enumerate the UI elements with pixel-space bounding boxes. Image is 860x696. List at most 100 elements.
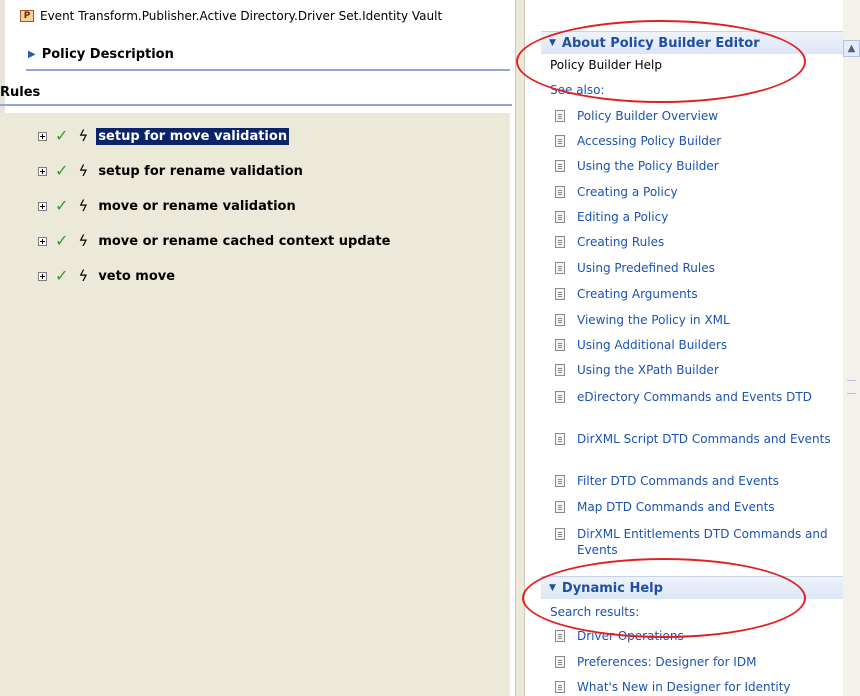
help-link[interactable]: DirXML Script DTD Commands and Events <box>555 431 840 447</box>
help-link[interactable]: Using the XPath Builder <box>555 362 840 378</box>
document-icon <box>555 433 565 445</box>
help-link-text[interactable]: Creating Arguments <box>577 286 698 302</box>
search-result-link[interactable]: What's New in Designer for Identity <box>555 679 840 695</box>
rule-label[interactable]: setup for move validation <box>96 127 290 145</box>
lightning-icon: ϟ <box>78 126 89 145</box>
search-result-text[interactable]: Preferences: Designer for IDM <box>577 654 756 670</box>
rule-label[interactable]: veto move <box>96 268 177 285</box>
document-icon <box>555 391 565 403</box>
dynamic-help-header[interactable]: ▼ Dynamic Help <box>541 576 843 599</box>
expand-plus-icon[interactable] <box>38 236 47 246</box>
lightning-icon: ϟ <box>78 161 89 180</box>
policy-title-bar: P Event Transform.Publisher.Active Direc… <box>20 7 442 25</box>
lightning-icon: ϟ <box>78 196 89 215</box>
help-link[interactable]: eDirectory Commands and Events DTD <box>555 389 840 405</box>
document-icon <box>555 211 565 223</box>
help-link[interactable]: Creating Arguments <box>555 286 840 302</box>
check-icon[interactable]: ✓ <box>55 128 68 144</box>
help-link-text[interactable]: Filter DTD Commands and Events <box>577 473 779 489</box>
help-link-text[interactable]: Policy Builder Overview <box>577 108 718 124</box>
help-link[interactable]: Using the Policy Builder <box>555 158 840 174</box>
dynamic-help-title: Dynamic Help <box>561 580 663 596</box>
help-link[interactable]: DirXML Entitlements DTD Commands and Eve… <box>555 526 840 558</box>
document-icon <box>555 528 565 540</box>
help-link[interactable]: Map DTD Commands and Events <box>555 499 840 515</box>
check-icon[interactable]: ✓ <box>55 233 68 249</box>
rule-row[interactable]: ✓ ϟ move or rename validation <box>38 196 298 216</box>
document-icon <box>555 262 565 274</box>
expand-plus-icon[interactable] <box>38 166 47 176</box>
check-icon[interactable]: ✓ <box>55 198 68 214</box>
check-icon[interactable]: ✓ <box>55 268 68 284</box>
document-icon <box>555 501 565 513</box>
pane-splitter[interactable] <box>515 0 525 696</box>
document-icon <box>555 110 565 122</box>
help-link-text[interactable]: Viewing the Policy in XML <box>577 312 730 328</box>
scroll-grip[interactable] <box>847 380 856 394</box>
document-icon <box>555 656 565 668</box>
about-section-header[interactable]: ▼ About Policy Builder Editor <box>541 31 843 54</box>
triangle-down-icon: ▼ <box>549 38 556 48</box>
help-link-text[interactable]: Using Additional Builders <box>577 337 727 353</box>
document-icon <box>555 364 565 376</box>
policy-path: Event Transform.Publisher.Active Directo… <box>40 9 443 23</box>
document-icon <box>555 160 565 172</box>
help-link[interactable]: Editing a Policy <box>555 209 840 225</box>
see-also-label: See also: <box>550 83 605 97</box>
document-icon <box>555 135 565 147</box>
rule-row[interactable]: ✓ ϟ setup for rename validation <box>38 161 305 181</box>
lightning-icon: ϟ <box>78 231 89 250</box>
help-link[interactable]: Using Predefined Rules <box>555 260 840 276</box>
policy-icon: P <box>20 10 34 22</box>
expand-plus-icon[interactable] <box>38 131 47 141</box>
help-scrollbar[interactable]: ▲ <box>843 0 860 696</box>
help-link-text[interactable]: Using the Policy Builder <box>577 158 719 174</box>
divider <box>0 104 512 106</box>
rule-label[interactable]: move or rename cached context update <box>96 233 392 250</box>
help-link-text[interactable]: Using the XPath Builder <box>577 362 719 378</box>
about-section-title: About Policy Builder Editor <box>561 35 760 51</box>
expand-plus-icon[interactable] <box>38 271 47 281</box>
help-pane: ▼ About Policy Builder Editor Policy Bui… <box>525 0 843 696</box>
check-icon[interactable]: ✓ <box>55 163 68 179</box>
document-icon <box>555 630 565 642</box>
help-link-text[interactable]: Editing a Policy <box>577 209 668 225</box>
search-result-text[interactable]: What's New in Designer for Identity <box>577 679 791 695</box>
policy-builder-help-label: Policy Builder Help <box>550 58 662 72</box>
search-result-link[interactable]: Driver Operations <box>555 628 840 644</box>
help-link-text[interactable]: DirXML Script DTD Commands and Events <box>577 431 831 447</box>
scroll-up-arrow-icon[interactable]: ▲ <box>843 40 860 57</box>
divider <box>26 69 510 71</box>
rule-label[interactable]: move or rename validation <box>96 198 297 215</box>
document-icon <box>555 339 565 351</box>
rule-row[interactable]: ✓ ϟ move or rename cached context update <box>38 231 392 251</box>
help-link[interactable]: Filter DTD Commands and Events <box>555 473 840 489</box>
document-icon <box>555 314 565 326</box>
lightning-icon: ϟ <box>78 266 89 285</box>
rule-label[interactable]: setup for rename validation <box>96 163 305 180</box>
help-link-text[interactable]: Accessing Policy Builder <box>577 133 721 149</box>
help-link-text[interactable]: eDirectory Commands and Events DTD <box>577 389 812 405</box>
help-link-text[interactable]: Creating a Policy <box>577 184 678 200</box>
document-icon <box>555 475 565 487</box>
help-link-text[interactable]: Using Predefined Rules <box>577 260 715 276</box>
help-link[interactable]: Policy Builder Overview <box>555 108 840 124</box>
expand-plus-icon[interactable] <box>38 201 47 211</box>
help-link[interactable]: Viewing the Policy in XML <box>555 312 840 328</box>
search-result-text[interactable]: Driver Operations <box>577 628 684 644</box>
search-results-label: Search results: <box>550 605 640 619</box>
search-result-link[interactable]: Preferences: Designer for IDM <box>555 654 840 670</box>
help-link-text[interactable]: DirXML Entitlements DTD Commands and Eve… <box>577 526 840 558</box>
policy-editor-pane: P Event Transform.Publisher.Active Direc… <box>0 0 515 696</box>
triangle-down-icon: ▼ <box>549 583 556 593</box>
help-link[interactable]: Creating Rules <box>555 234 840 250</box>
help-link[interactable]: Using Additional Builders <box>555 337 840 353</box>
rule-row[interactable]: ✓ ϟ setup for move validation <box>38 126 290 146</box>
help-link[interactable]: Creating a Policy <box>555 184 840 200</box>
help-link-text[interactable]: Creating Rules <box>577 234 664 250</box>
help-link[interactable]: Accessing Policy Builder <box>555 133 840 149</box>
rule-row[interactable]: ✓ ϟ veto move <box>38 266 177 286</box>
policy-description-toggle[interactable]: ▶ Policy Description <box>28 47 174 62</box>
help-link-text[interactable]: Map DTD Commands and Events <box>577 499 775 515</box>
document-icon <box>555 236 565 248</box>
